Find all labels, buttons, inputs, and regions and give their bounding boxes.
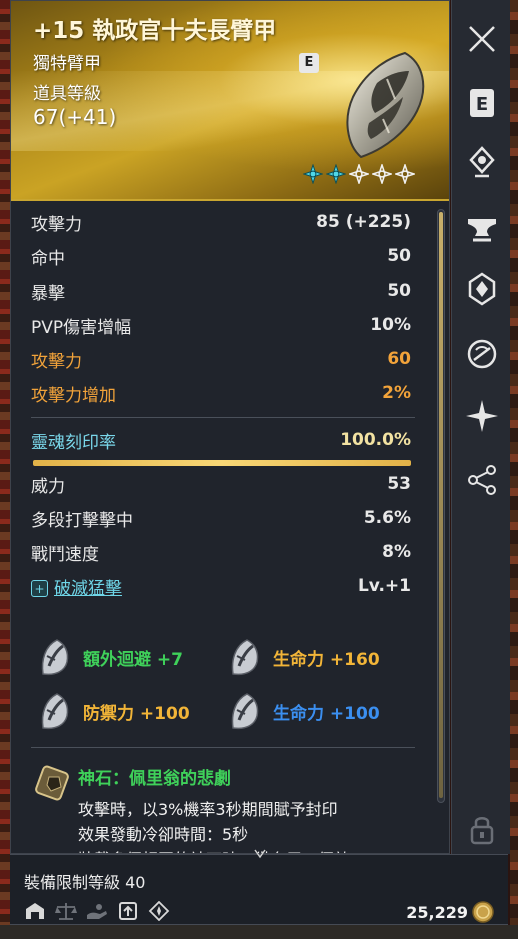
game-background-bottom <box>0 925 518 939</box>
godstone-effect-line: 裝載多個相同的神石時，僅套用一個效 <box>78 846 350 853</box>
skill-row[interactable]: + 破滅猛擊 Lv.+1 <box>31 571 411 601</box>
soul-imprint-label: 靈魂刻印率 <box>31 432 116 453</box>
godstone-title: 神石：佩里翁的悲劇 <box>78 769 231 789</box>
hand-icon <box>86 901 108 921</box>
divider <box>31 417 415 418</box>
stat-row: 威力 53 <box>31 469 411 499</box>
tooltip-scrollbar[interactable] <box>437 209 445 803</box>
ring-icon[interactable] <box>465 337 499 371</box>
e-icon[interactable]: E <box>465 86 499 120</box>
bracer-item-icon <box>346 51 425 159</box>
stat-label: 命中 <box>31 248 65 269</box>
godstone-effect-line: 效果發動冷卻時間：5秒 <box>78 825 249 844</box>
compass-icon <box>148 900 170 922</box>
star-empty-icon <box>349 164 369 184</box>
star-empty-icon <box>395 164 415 184</box>
divider <box>31 747 415 748</box>
soul-imprint-row: 靈魂刻印率 100.0% <box>31 425 411 455</box>
stat-value: 50 <box>387 281 411 301</box>
stat-value: 2% <box>382 383 411 403</box>
manastone-slot[interactable]: 防禦力 +100 <box>35 690 190 732</box>
sell-price: 25,229 <box>406 901 494 923</box>
manastone-label: 生命力 +100 <box>273 703 380 724</box>
stat-value: 53 <box>387 474 411 494</box>
stat-label: 攻擊力增加 <box>31 385 116 406</box>
stat-value: 85 (+225) <box>316 212 411 232</box>
bonus-stat-row: 攻擊力增加 2% <box>31 378 411 408</box>
footer-icon-row <box>24 900 170 922</box>
stat-label: 多段打擊擊中 <box>31 510 133 531</box>
manastone-icon <box>41 693 69 730</box>
upgrade-icon <box>117 901 139 921</box>
stat-value: 60 <box>387 349 411 369</box>
item-level-label: 道具等級 <box>33 84 101 104</box>
manastone-slot[interactable]: 生命力 +160 <box>225 636 380 678</box>
manastone-slot[interactable]: 生命力 +100 <box>225 690 380 732</box>
price-value: 25,229 <box>406 902 468 922</box>
manastone-label: 額外迴避 +7 <box>83 649 183 670</box>
scrollbar-thumb[interactable] <box>439 212 443 798</box>
equip-level-requirement: 裝備限制等級 40 <box>24 873 146 892</box>
stat-value: 50 <box>387 246 411 266</box>
stat-row: 暴擊 50 <box>31 276 411 306</box>
pin-icon[interactable] <box>465 146 499 180</box>
stat-row: 戰鬥速度 8% <box>31 537 411 567</box>
crest-icon[interactable] <box>465 272 499 306</box>
lock-icon[interactable] <box>465 812 499 846</box>
star-empty-icon <box>372 164 392 184</box>
godstone-icon[interactable] <box>35 763 73 803</box>
stat-row: 命中 50 <box>31 241 411 271</box>
stat-row: 多段打擊擊中 5.6% <box>31 503 411 533</box>
stat-row: 攻擊力 85 (+225) <box>31 207 411 237</box>
item-tooltip-panel: +15 執政官十夫長臂甲 獨特臂甲 道具等級 67(+41) E 攻擊力 85 … <box>10 0 450 854</box>
stat-value: 10% <box>370 315 411 335</box>
scale-icon <box>55 901 77 921</box>
item-type: 獨特臂甲 <box>33 54 101 74</box>
star-filled-icon <box>303 164 323 184</box>
stat-label: 攻擊力 <box>31 214 82 235</box>
manastone-slot[interactable]: 額外迴避 +7 <box>35 636 183 678</box>
godstone-effect-line: 攻擊時，以3%機率3秒期間賦予封印 <box>78 800 338 819</box>
stat-value: 8% <box>382 542 411 562</box>
stat-label: 戰鬥速度 <box>31 544 99 565</box>
stat-label: 威力 <box>31 476 65 497</box>
item-header: +15 執政官十夫長臂甲 獨特臂甲 道具等級 67(+41) E <box>11 1 449 201</box>
coin-icon <box>472 901 494 923</box>
stat-value: 5.6% <box>363 508 411 528</box>
manastone-icon <box>41 639 69 676</box>
star-filled-icon <box>326 164 346 184</box>
skill-plus-icon: + <box>31 580 48 597</box>
item-title: +15 執政官十夫長臂甲 <box>33 18 277 44</box>
game-background-right <box>510 0 518 939</box>
stat-label: PVP傷害增幅 <box>31 317 132 338</box>
anvil-icon[interactable] <box>465 210 499 244</box>
svg-text:E: E <box>476 94 488 115</box>
warehouse-icon <box>24 901 46 921</box>
skill-link[interactable]: 破滅猛擊 <box>54 579 122 599</box>
item-level-value: 67(+41) <box>33 105 117 129</box>
bonus-stat-row: 攻擊力 60 <box>31 344 411 374</box>
stat-row: PVP傷害增幅 10% <box>31 310 411 340</box>
e-badge-icon: E <box>299 53 319 73</box>
manastone-label: 防禦力 +100 <box>83 703 190 724</box>
share-icon[interactable] <box>465 463 499 497</box>
manastone-icon <box>231 639 259 676</box>
chevron-down-icon <box>254 849 266 859</box>
sparkle-icon[interactable] <box>465 399 499 433</box>
soul-imprint-progress-bar <box>33 460 411 466</box>
enchant-stars <box>303 164 415 184</box>
soul-imprint-value: 100.0% <box>340 430 411 450</box>
manastone-icon <box>231 693 259 730</box>
stat-label: 攻擊力 <box>31 351 82 372</box>
stat-label: 暴擊 <box>31 283 65 304</box>
skill-level: Lv.+1 <box>357 576 411 596</box>
tooltip-footer: 裝備限制等級 40 25,229 <box>10 849 508 925</box>
close-icon[interactable] <box>465 22 499 56</box>
manastone-label: 生命力 +160 <box>273 649 380 670</box>
tooltip-sidebar: E <box>451 0 510 854</box>
